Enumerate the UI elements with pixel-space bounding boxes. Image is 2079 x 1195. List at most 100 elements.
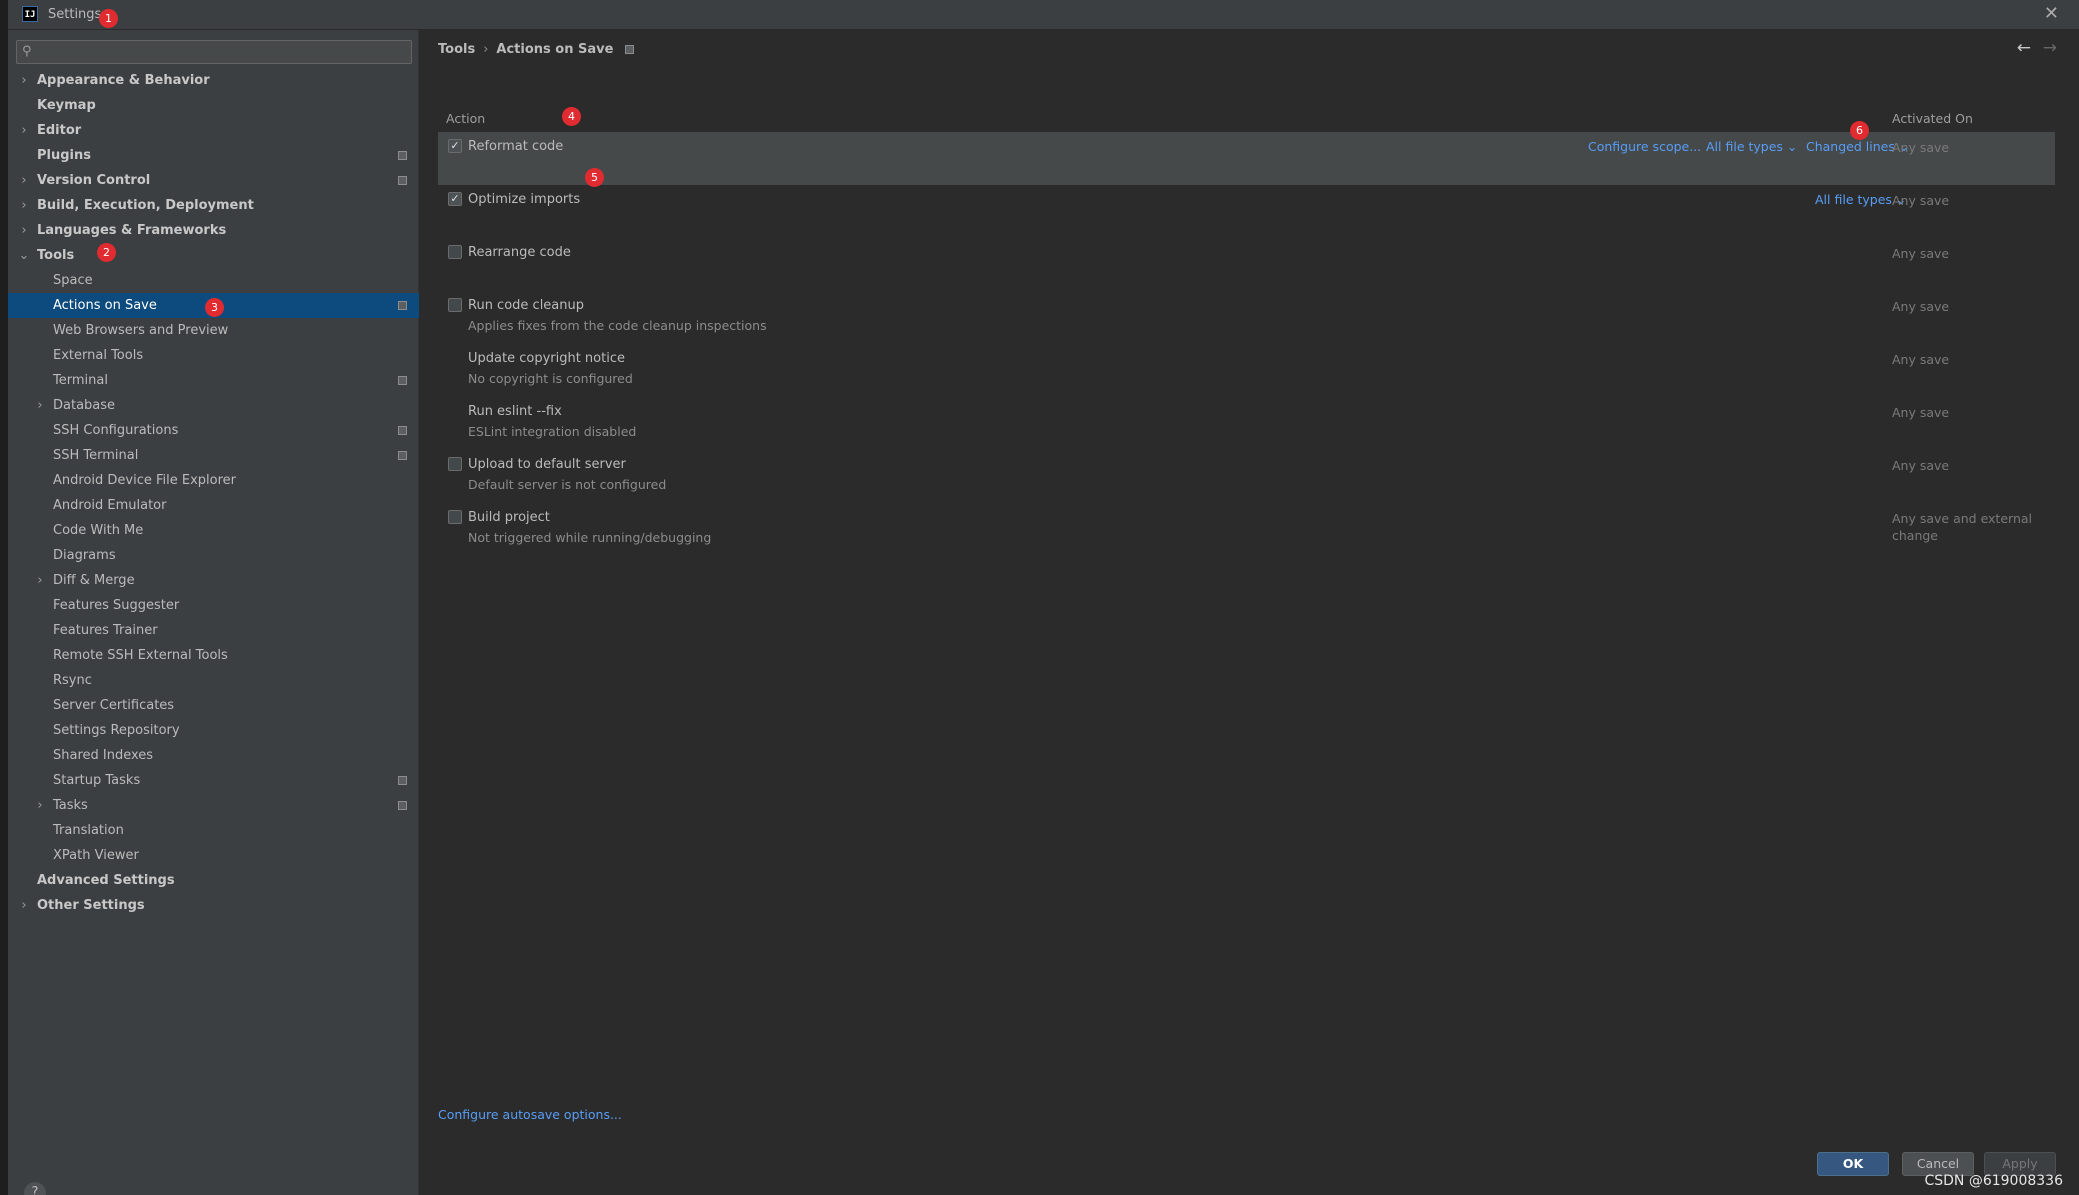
sidebar-item[interactable]: › Database xyxy=(8,393,419,418)
action-title: Build project xyxy=(468,510,550,525)
action-option-link[interactable]: Configure scope... xyxy=(1588,139,1701,154)
sidebar-item[interactable]: Plugins xyxy=(8,143,419,168)
activated-on-value: Any save xyxy=(1892,352,1950,367)
sidebar-item[interactable]: Rsync xyxy=(8,668,419,693)
close-icon[interactable]: ✕ xyxy=(2044,3,2059,24)
back-arrow-icon[interactable]: ← xyxy=(2017,38,2031,58)
chevron-right-icon[interactable]: › xyxy=(18,193,30,218)
action-checkbox[interactable] xyxy=(448,298,462,312)
breadcrumb-separator: › xyxy=(483,42,489,57)
sidebar-item[interactable]: SSH Terminal xyxy=(8,443,419,468)
annotation-badge: 5 xyxy=(585,168,604,187)
column-header-action: Action xyxy=(446,111,486,126)
chevron-right-icon[interactable]: › xyxy=(34,393,46,418)
sidebar-item-label: Server Certificates xyxy=(53,698,175,713)
sidebar-item[interactable]: Space xyxy=(8,268,419,293)
chevron-right-icon[interactable]: › xyxy=(34,568,46,593)
background-editor-strip xyxy=(0,0,8,1195)
sidebar-item-label: Appearance & Behavior xyxy=(37,73,210,88)
project-level-icon xyxy=(398,776,407,785)
sidebar-item[interactable]: › Editor xyxy=(8,118,419,143)
project-level-icon xyxy=(398,301,407,310)
action-option-link[interactable]: All file types ⌄ xyxy=(1706,139,1797,154)
sidebar-item-label: SSH Terminal xyxy=(53,448,139,463)
sidebar-item[interactable]: › Other Settings xyxy=(8,893,419,918)
sidebar-item-label: Code With Me xyxy=(53,523,144,538)
sidebar-item[interactable]: Features Trainer xyxy=(8,618,419,643)
activated-on-value: Any save xyxy=(1892,193,1950,208)
sidebar-item[interactable]: › Tasks xyxy=(8,793,419,818)
action-checkbox[interactable] xyxy=(448,457,462,471)
configure-autosave-link[interactable]: Configure autosave options... xyxy=(438,1107,622,1122)
search-input[interactable]: ⚲ xyxy=(16,40,412,64)
activated-on-value: Any save and external change xyxy=(1892,511,2033,543)
breadcrumb-parent[interactable]: Tools xyxy=(438,42,475,57)
sidebar-item[interactable]: Remote SSH External Tools xyxy=(8,643,419,668)
settings-tree: › Appearance & Behavior Keymap › Editor Plugi… xyxy=(8,68,419,918)
help-button[interactable]: ? xyxy=(24,1182,46,1195)
action-row: ✓ Reformat code Configure scope... All file… xyxy=(438,132,2055,185)
chevron-right-icon[interactable]: › xyxy=(18,168,30,193)
sidebar-item-label: Other Settings xyxy=(37,898,145,913)
action-title: Run code cleanup xyxy=(468,298,584,313)
chevron-right-icon[interactable]: › xyxy=(34,793,46,818)
sidebar-item-label: XPath Viewer xyxy=(53,848,139,863)
action-title: Reformat code xyxy=(468,139,564,154)
project-level-icon xyxy=(398,176,407,185)
sidebar-item[interactable]: › Build, Execution, Deployment xyxy=(8,193,419,218)
sidebar-item[interactable]: Web Browsers and Preview xyxy=(8,318,419,343)
annotation-badge: 6 xyxy=(1850,121,1869,140)
settings-content: Tools › Actions on Save ← → Action Activat… xyxy=(420,30,2079,1195)
sidebar-item[interactable]: External Tools xyxy=(8,343,419,368)
chevron-right-icon[interactable]: › xyxy=(18,118,30,143)
chevron-down-icon[interactable]: ⌄ xyxy=(18,243,30,268)
watermark: CSDN @619008336 xyxy=(1924,1173,2063,1189)
sidebar-item[interactable]: XPath Viewer xyxy=(8,843,419,868)
chevron-right-icon[interactable]: › xyxy=(18,68,30,93)
sidebar-item[interactable]: › Appearance & Behavior xyxy=(8,68,419,93)
sidebar-item[interactable]: Keymap xyxy=(8,93,419,118)
sidebar-item[interactable]: › Diff & Merge xyxy=(8,568,419,593)
sidebar-item[interactable]: Android Device File Explorer xyxy=(8,468,419,493)
sidebar-item-label: Android Emulator xyxy=(53,498,167,513)
window-titlebar: IJ Settings ✕ xyxy=(8,0,2079,30)
column-header-activated-on: Activated On xyxy=(1892,111,1973,126)
sidebar-item-label: SSH Configurations xyxy=(53,423,179,438)
action-checkbox[interactable] xyxy=(448,245,462,259)
chevron-right-icon[interactable]: › xyxy=(18,893,30,918)
action-checkbox[interactable]: ✓ xyxy=(448,192,462,206)
sidebar-item-label: Diagrams xyxy=(53,548,116,563)
forward-arrow-icon[interactable]: → xyxy=(2043,38,2057,58)
sidebar-item-label: Editor xyxy=(37,123,82,138)
sidebar-item[interactable]: Advanced Settings xyxy=(8,868,419,893)
sidebar-item[interactable]: Settings Repository xyxy=(8,718,419,743)
activated-on-value: Any save xyxy=(1892,246,1950,261)
sidebar-item[interactable]: Startup Tasks xyxy=(8,768,419,793)
sidebar-item-label: Terminal xyxy=(53,373,108,388)
action-row: Run code cleanup Applies fixes from the c… xyxy=(438,291,2055,344)
sidebar-item-label: Keymap xyxy=(37,98,96,113)
sidebar-item[interactable]: Server Certificates xyxy=(8,693,419,718)
sidebar-item[interactable]: Shared Indexes xyxy=(8,743,419,768)
action-title: Run eslint --fix xyxy=(468,404,562,419)
action-checkbox[interactable]: ✓ xyxy=(448,139,462,153)
sidebar-item[interactable]: Code With Me xyxy=(8,518,419,543)
sidebar-item[interactable]: › Version Control xyxy=(8,168,419,193)
sidebar-item[interactable]: Terminal xyxy=(8,368,419,393)
sidebar-item[interactable]: ⌄ Tools xyxy=(8,243,419,268)
chevron-right-icon[interactable]: › xyxy=(18,218,30,243)
action-title: Upload to default server xyxy=(468,457,626,472)
action-row: Run eslint --fix ESLint integration disab… xyxy=(438,397,2055,450)
action-subtitle: Not triggered while running/debugging xyxy=(468,530,712,545)
sidebar-item[interactable]: Android Emulator xyxy=(8,493,419,518)
project-level-icon xyxy=(398,801,407,810)
sidebar-item[interactable]: Translation xyxy=(8,818,419,843)
sidebar-item[interactable]: › Languages & Frameworks xyxy=(8,218,419,243)
ok-button[interactable]: OK xyxy=(1817,1152,1889,1176)
sidebar-item[interactable]: Features Suggester xyxy=(8,593,419,618)
sidebar-item-label: Diff & Merge xyxy=(53,573,135,588)
sidebar-item[interactable]: Diagrams xyxy=(8,543,419,568)
project-level-icon xyxy=(625,45,635,54)
action-checkbox[interactable] xyxy=(448,510,462,524)
sidebar-item[interactable]: SSH Configurations xyxy=(8,418,419,443)
